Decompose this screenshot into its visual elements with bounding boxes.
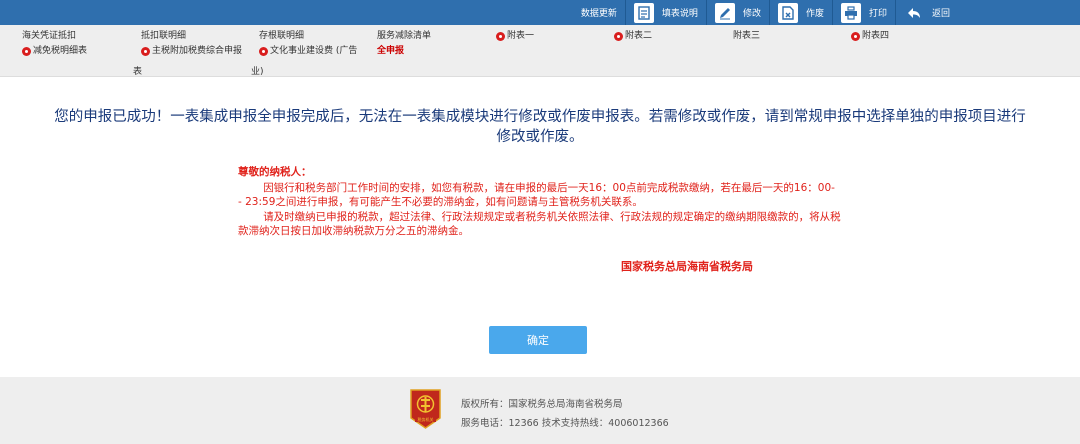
report-tabs: 海关凭证抵扣 抵扣联明细 存根联明细 服务减除清单 附表一 附表二 附表三 附表… bbox=[0, 25, 1080, 77]
tab-label: 减免税明细表 bbox=[33, 46, 88, 56]
void-button[interactable]: 作废 bbox=[770, 0, 832, 25]
required-icon bbox=[259, 47, 268, 56]
footer: 税务机关 版权所有：国家税务总局海南省税务局 服务电话：12366 技术支持热线… bbox=[0, 377, 1080, 444]
svg-text:税务机关: 税务机关 bbox=[418, 416, 434, 422]
pencil-icon bbox=[714, 2, 735, 23]
copyright-text: 版权所有：国家税务总局海南省税务局 bbox=[461, 399, 623, 410]
notice-paragraph: 因银行和税务部门工作时间的安排，如您有税款，请在申报的最后一天16：00点前完成… bbox=[238, 181, 835, 209]
modify-label: 修改 bbox=[742, 9, 761, 19]
tab-label: 附表三 bbox=[733, 31, 761, 41]
tab-schedule-3[interactable]: 附表三 bbox=[733, 30, 760, 43]
tab-deduction-details[interactable]: 抵扣联明细 bbox=[141, 30, 186, 43]
data-update-label: 数据更新 bbox=[580, 9, 617, 19]
toolbar: 数据更新 填表说明 修改 作废 打印 返回 bbox=[573, 0, 1080, 25]
required-icon bbox=[496, 32, 505, 41]
notice-signature: 国家税务总局海南省税务局 bbox=[621, 260, 753, 273]
top-bar: 数据更新 填表说明 修改 作废 打印 返回 bbox=[0, 0, 1080, 25]
tab-label: 服务减除清单 bbox=[377, 31, 432, 41]
taxpayer-notice: 尊敬的纳税人： 因银行和税务部门工作时间的安排，如您有税款，请在申报的最后一天1… bbox=[238, 165, 842, 239]
tab-label: 附表一 bbox=[507, 31, 535, 41]
data-update-button[interactable]: 数据更新 bbox=[573, 0, 625, 25]
fill-guide-label: 填表说明 bbox=[661, 9, 698, 19]
tab-label: 主税附加税费综合申报 bbox=[152, 46, 243, 56]
printer-icon bbox=[840, 2, 861, 23]
tab-label: 附表二 bbox=[625, 31, 653, 41]
back-arrow-icon bbox=[904, 3, 924, 23]
tab-label-continued: 表 bbox=[133, 67, 143, 77]
modify-button[interactable]: 修改 bbox=[707, 0, 769, 25]
notice-paragraph: 请及时缴纳已申报的税款，超过法律、行政法规规定或者税务机关依照法律、行政法规的规… bbox=[238, 210, 841, 238]
service-phone-text: 服务电话：12366 技术支持热线：4006012366 bbox=[461, 418, 669, 429]
back-button[interactable]: 返回 bbox=[896, 0, 1080, 25]
success-message: 您的申报已成功！一表集成申报全申报完成后，无法在一表集成模块进行修改或作废申报表… bbox=[0, 107, 1080, 147]
tab-tax-exemption-details[interactable]: 减免税明细表 bbox=[22, 45, 87, 58]
tab-label: 存根联明细 bbox=[259, 31, 305, 41]
print-label: 打印 bbox=[868, 9, 887, 19]
tab-label: 文化事业建设费 (广告 bbox=[270, 46, 358, 56]
notice-title: 尊敬的纳税人： bbox=[238, 166, 312, 178]
required-icon bbox=[141, 47, 150, 56]
tab-schedule-1[interactable]: 附表一 bbox=[496, 30, 534, 43]
tax-logo-icon: 税务机关 bbox=[409, 388, 442, 430]
tab-label: 全申报 bbox=[377, 46, 405, 56]
tab-stub-details[interactable]: 存根联明细 bbox=[259, 30, 304, 43]
void-document-icon bbox=[777, 2, 798, 23]
required-icon bbox=[614, 32, 623, 41]
tab-main-surtax-report[interactable]: 主税附加税费综合申报 bbox=[141, 45, 242, 58]
void-label: 作废 bbox=[805, 9, 824, 19]
print-button[interactable]: 打印 bbox=[833, 0, 895, 25]
tab-label: 抵扣联明细 bbox=[141, 31, 187, 41]
tab-label: 附表四 bbox=[862, 31, 890, 41]
document-icon bbox=[633, 2, 654, 23]
success-message-line: 您的申报已成功！一表集成申报全申报完成后，无法在一表集成模块进行修改或作废申报表… bbox=[54, 109, 1026, 125]
tab-schedule-2[interactable]: 附表二 bbox=[614, 30, 652, 43]
tab-full-declaration[interactable]: 全申报 bbox=[377, 45, 404, 58]
tab-schedule-4[interactable]: 附表四 bbox=[851, 30, 889, 43]
fill-guide-button[interactable]: 填表说明 bbox=[626, 0, 706, 25]
tab-label: 海关凭证抵扣 bbox=[22, 31, 77, 41]
tab-label-continued: 业) bbox=[251, 67, 264, 77]
back-label: 返回 bbox=[931, 9, 950, 19]
tab-customs-voucher[interactable]: 海关凭证抵扣 bbox=[22, 30, 76, 43]
tab-cultural-fee[interactable]: 文化事业建设费 (广告 bbox=[259, 45, 357, 58]
tab-service-deduction-list[interactable]: 服务减除清单 bbox=[377, 30, 431, 43]
required-icon bbox=[22, 47, 31, 56]
success-message-line: 修改或作废。 bbox=[496, 129, 584, 145]
confirm-button[interactable]: 确定 bbox=[489, 326, 587, 354]
required-icon bbox=[851, 32, 860, 41]
